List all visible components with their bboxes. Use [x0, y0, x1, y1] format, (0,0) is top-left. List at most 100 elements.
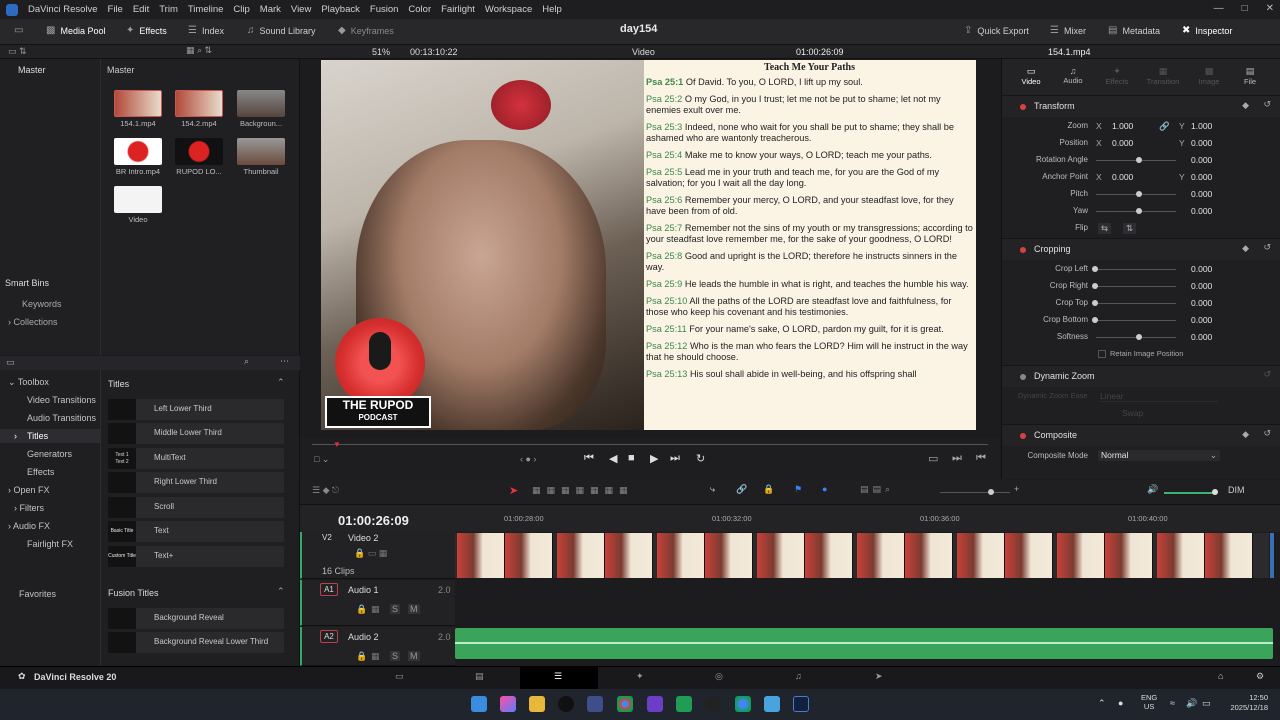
clip-thumbnail[interactable]	[175, 90, 223, 117]
app-icon[interactable]	[647, 696, 663, 712]
video-clip[interactable]	[805, 533, 853, 578]
keyframe-icon[interactable]: ◆	[1242, 243, 1249, 254]
effects-button[interactable]: ✦ Effects	[126, 25, 167, 36]
video-clip[interactable]	[957, 533, 1005, 578]
track-name[interactable]: Audio 1	[348, 585, 379, 595]
tree-titles[interactable]: › Titles	[0, 429, 100, 443]
menu-help[interactable]: Help	[542, 4, 562, 15]
enable-toggle-icon[interactable]	[1020, 433, 1026, 439]
collections-bin[interactable]: › Collections	[8, 317, 58, 327]
menu-clip[interactable]: Clip	[233, 4, 249, 15]
title-item[interactable]: Middle Lower Third	[108, 423, 284, 444]
track-name[interactable]: Audio 2	[348, 632, 379, 642]
workspace-layout-icon[interactable]: ▭	[14, 25, 23, 36]
close-icon[interactable]: ✕	[1266, 3, 1274, 14]
slider-knob[interactable]	[1092, 266, 1098, 272]
composite-mode-dropdown[interactable]: Normal ⌄	[1098, 450, 1220, 461]
title-item[interactable]: Scroll	[108, 497, 284, 518]
more-options-icon[interactable]: ⋯	[280, 356, 289, 367]
crop-right-slider[interactable]	[1096, 286, 1176, 287]
selection-tool-icon[interactable]: ➤	[509, 484, 518, 497]
title-item[interactable]: Right Lower Third	[108, 472, 284, 493]
video-clip[interactable]	[657, 533, 705, 578]
menu-playback[interactable]: Playback	[321, 4, 360, 15]
video-clip[interactable]	[905, 533, 953, 578]
video-clip[interactable]	[1005, 533, 1053, 578]
solo-button[interactable]: S	[390, 651, 401, 661]
viewer-mode-dropdown[interactable]: Video	[632, 47, 655, 57]
chrome-icon[interactable]	[735, 696, 751, 712]
zoom-tools-icon[interactable]: ▤▤⌕	[860, 484, 894, 495]
tree-audio-transitions[interactable]: Audio Transitions	[27, 413, 96, 423]
reverse-icon[interactable]: ◀	[609, 452, 617, 465]
tree-generators[interactable]: Generators	[27, 449, 72, 459]
clip-thumbnail[interactable]	[114, 186, 162, 213]
cropping-section-header[interactable]: Cropping ◆ ↺	[1002, 238, 1280, 260]
snapping-icon[interactable]: ⤷	[710, 484, 715, 495]
enable-toggle-icon[interactable]	[1020, 374, 1026, 380]
tree-filters[interactable]: › Filters	[14, 503, 44, 513]
wifi-icon[interactable]: ≈	[1170, 698, 1175, 708]
composite-section-header[interactable]: Composite ◆ ↺	[1002, 424, 1280, 446]
video-clip[interactable]	[505, 533, 553, 578]
inspector-button[interactable]: ✖ Inspector	[1182, 25, 1232, 36]
menu-view[interactable]: View	[291, 4, 311, 15]
reset-icon[interactable]: ↺	[1263, 369, 1271, 380]
mute-button[interactable]: M	[408, 604, 420, 614]
cut-page-icon[interactable]: ▤	[475, 671, 484, 682]
v2-clip-strip[interactable]	[455, 533, 1269, 578]
jog-icon[interactable]: ‹ ● ›	[520, 454, 536, 464]
record-icon[interactable]: ▦	[371, 604, 380, 615]
track-badge[interactable]: A2	[320, 630, 338, 643]
mixer-button[interactable]: ☰ Mixer	[1050, 25, 1086, 36]
flip-vertical-icon[interactable]: ⇅	[1123, 223, 1137, 234]
menu-trim[interactable]: Trim	[159, 4, 178, 15]
file-explorer-icon[interactable]	[529, 696, 545, 712]
volume-icon[interactable]: 🔊	[1147, 484, 1158, 495]
video-clip[interactable]	[1205, 533, 1253, 578]
timeline-tools-icon[interactable]: ☰ ◆ ⎋	[312, 485, 339, 496]
system-clock[interactable]: 12:50 2025/12/18	[1224, 693, 1268, 713]
zoom-slider-knob[interactable]	[988, 489, 994, 495]
collapse-icon[interactable]: ⌃	[277, 586, 285, 597]
tree-fairlight-fx[interactable]: Fairlight FX	[27, 539, 73, 549]
video-clip[interactable]	[1157, 533, 1205, 578]
quick-export-button[interactable]: ⇪ Quick Export	[964, 25, 1029, 36]
video-clip[interactable]	[757, 533, 805, 578]
crop-top-slider[interactable]	[1096, 303, 1176, 304]
app-icon[interactable]	[705, 696, 721, 712]
maximize-icon[interactable]: □	[1242, 3, 1248, 14]
app-icon[interactable]	[587, 696, 603, 712]
settings-icon[interactable]: ⚙	[1256, 671, 1264, 682]
slider-knob[interactable]	[1136, 208, 1142, 214]
search-icon[interactable]: ⌕	[244, 356, 249, 367]
position-y-field[interactable]: 0.000	[1191, 138, 1212, 148]
copilot-icon[interactable]	[500, 696, 516, 712]
audio-clip-a2[interactable]	[455, 628, 1273, 659]
fairlight-page-icon[interactable]: ♫	[795, 671, 802, 681]
volume-knob[interactable]	[1212, 489, 1218, 495]
panel-icon[interactable]: ▭	[6, 357, 15, 368]
zoom-x-field[interactable]: 1.000	[1112, 121, 1133, 131]
tree-effects[interactable]: Effects	[27, 467, 54, 477]
keywords-bin[interactable]: Keywords	[22, 299, 62, 309]
slider-knob[interactable]	[1136, 191, 1142, 197]
pitch-field[interactable]: 0.000	[1191, 189, 1212, 199]
fusion-title-item[interactable]: Background Reveal Lower Third	[108, 632, 284, 653]
lock-icon[interactable]: 🔒	[763, 484, 774, 495]
tree-open-fx[interactable]: › Open FX	[8, 485, 50, 495]
slider-knob[interactable]	[1092, 317, 1098, 323]
stop-icon[interactable]: ■	[628, 452, 635, 464]
tree-video-transitions[interactable]: Video Transitions	[27, 395, 96, 405]
track-badge[interactable]: A1	[320, 583, 338, 596]
tab-video[interactable]: ▭ Video	[1020, 66, 1042, 86]
track-scroll-handle[interactable]	[1270, 533, 1274, 578]
dz-ease-dropdown[interactable]: Linear	[1100, 391, 1218, 402]
title-item[interactable]: Left Lower Third	[108, 399, 284, 420]
go-to-start-icon[interactable]: ⏮	[584, 452, 594, 465]
menu-workspace[interactable]: Workspace	[485, 4, 532, 15]
fusion-page-icon[interactable]: ✦	[636, 671, 644, 682]
crop-left-slider[interactable]	[1096, 269, 1176, 270]
clip-thumbnail[interactable]	[237, 90, 285, 117]
sound-library-button[interactable]: ♫ Sound Library	[247, 25, 316, 36]
